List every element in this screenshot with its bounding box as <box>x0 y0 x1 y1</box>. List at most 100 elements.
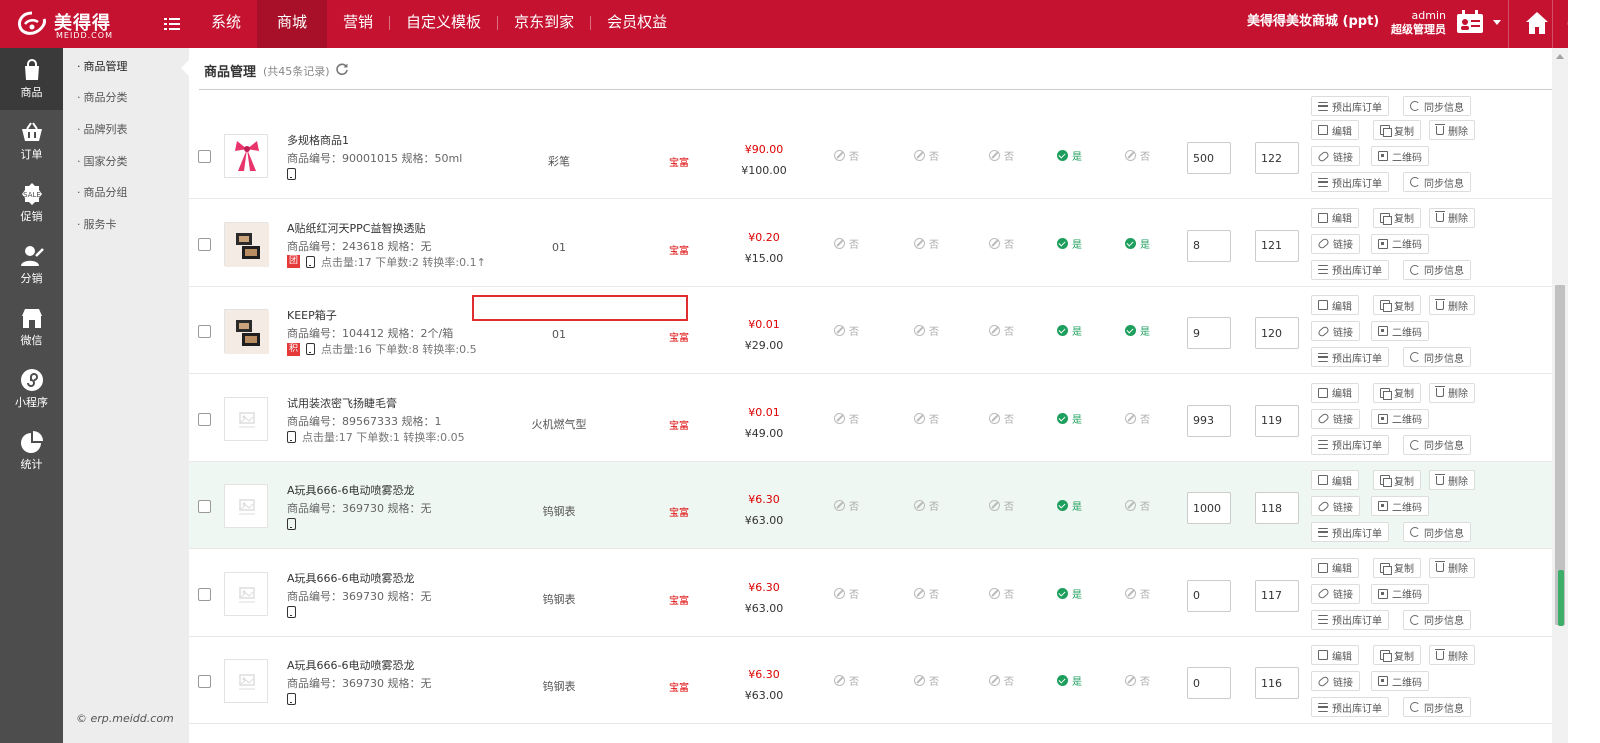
copy-button[interactable]: 复制 <box>1373 382 1421 403</box>
product-thumbnail[interactable] <box>224 571 268 616</box>
delete-button[interactable]: 删除 <box>1429 645 1475 665</box>
copy-button[interactable]: 复制 <box>1373 120 1421 140</box>
status-flag[interactable]: 否 <box>1125 586 1150 601</box>
status-flag[interactable]: 否 <box>1125 498 1150 513</box>
nav-item-mall[interactable]: 商城 <box>257 0 328 48</box>
sidebar-item-orders[interactable]: 订单 <box>0 110 63 172</box>
qrcode-button[interactable]: 二维码 <box>1371 321 1429 341</box>
nav-item-jd-daojia[interactable]: 京东到家 <box>498 0 590 48</box>
stock-input[interactable] <box>1187 579 1231 612</box>
edit-button[interactable]: 编辑 <box>1311 207 1359 228</box>
status-flag[interactable]: 是 <box>1057 586 1082 601</box>
row-checkbox[interactable] <box>198 412 211 426</box>
edit-button[interactable]: 编辑 <box>1311 382 1359 403</box>
product-thumbnail[interactable] <box>224 134 268 178</box>
delete-button[interactable]: 删除 <box>1429 295 1475 315</box>
subnav-item-goods-management[interactable]: 商品管理 <box>77 58 128 74</box>
delete-button[interactable]: 删除 <box>1429 382 1475 403</box>
status-flag[interactable]: 否 <box>914 148 939 163</box>
stock-input[interactable] <box>1187 492 1231 524</box>
sync-info-button[interactable]: 同步信息 <box>1403 434 1471 455</box>
product-thumbnail[interactable] <box>224 309 269 354</box>
sort-order-input[interactable] <box>1255 579 1299 612</box>
nav-item-custom-template[interactable]: 自定义模板 <box>390 0 497 48</box>
stock-input[interactable] <box>1187 142 1231 174</box>
status-flag[interactable]: 否 <box>834 148 859 163</box>
stock-input[interactable] <box>1187 317 1231 349</box>
status-flag[interactable]: 否 <box>1125 411 1150 426</box>
link-button[interactable]: 链接 <box>1311 496 1360 516</box>
status-flag[interactable]: 否 <box>834 323 859 338</box>
status-flag[interactable]: 否 <box>834 236 859 251</box>
status-flag[interactable]: 是 <box>1057 673 1082 688</box>
link-button[interactable]: 链接 <box>1311 233 1360 254</box>
product-thumbnail[interactable] <box>224 659 268 703</box>
scroll-up-arrow-icon[interactable] <box>1556 54 1564 59</box>
edit-button[interactable]: 编辑 <box>1311 557 1359 578</box>
status-flag[interactable]: 是 <box>1057 148 1082 163</box>
copy-button[interactable]: 复制 <box>1373 470 1421 490</box>
status-flag[interactable]: 是 <box>1057 498 1082 513</box>
subnav-item-goods-group[interactable]: 商品分组 <box>77 184 128 200</box>
row-checkbox[interactable] <box>198 325 211 338</box>
pre-order-button[interactable]: 预出库订单 <box>1311 259 1389 280</box>
edit-button[interactable]: 编辑 <box>1311 120 1359 140</box>
stock-input[interactable] <box>1187 404 1231 437</box>
delete-button[interactable]: 删除 <box>1429 470 1475 490</box>
pre-order-button[interactable]: 预出库订单 <box>1311 609 1389 630</box>
row-checkbox[interactable] <box>198 675 211 688</box>
sync-info-button[interactable]: 同步信息 <box>1403 259 1471 280</box>
sync-info-button[interactable]: 同步信息 <box>1403 347 1471 367</box>
sort-order-input[interactable] <box>1255 317 1299 349</box>
row-checkbox[interactable] <box>198 150 211 163</box>
pre-order-button[interactable]: 预出库订单 <box>1311 522 1389 542</box>
pre-order-button[interactable]: 预出库订单 <box>1311 434 1389 455</box>
product-name[interactable]: A玩具666-6电动喷雾恐龙 <box>287 482 415 498</box>
sort-order-input[interactable] <box>1255 404 1299 437</box>
user-info[interactable]: admin 超级管理员 <box>1390 9 1446 37</box>
sidebar-item-promotion[interactable]: SALE 促销 <box>0 172 63 234</box>
subnav-item-brand-list[interactable]: 品牌列表 <box>77 121 128 137</box>
product-name[interactable]: A玩具666-6电动喷雾恐龙 <box>287 570 415 586</box>
product-name[interactable]: A玩具666-6电动喷雾恐龙 <box>287 657 415 673</box>
row-checkbox[interactable] <box>198 587 211 601</box>
menu-toggle-icon[interactable] <box>164 17 180 31</box>
sort-order-input[interactable] <box>1255 142 1299 174</box>
status-flag[interactable]: 否 <box>834 498 859 513</box>
sort-order-input[interactable] <box>1255 492 1299 524</box>
edit-button[interactable]: 编辑 <box>1311 295 1359 315</box>
product-thumbnail[interactable] <box>224 484 268 528</box>
status-flag[interactable]: 是 <box>1057 411 1082 426</box>
status-flag[interactable]: 否 <box>834 673 859 688</box>
edit-button[interactable]: 编辑 <box>1311 645 1359 665</box>
nav-item-system[interactable]: 系统 <box>195 0 257 48</box>
status-flag[interactable]: 否 <box>989 673 1014 688</box>
product-name[interactable]: A贴纸红河天PPC益智换透贴 <box>287 220 425 236</box>
status-flag[interactable]: 否 <box>914 498 939 513</box>
nav-item-member-benefits[interactable]: 会员权益 <box>591 0 683 48</box>
brand-logo[interactable]: 美得得 MEIDD.COM <box>12 7 122 41</box>
status-flag[interactable]: 否 <box>989 323 1014 338</box>
status-flag[interactable]: 否 <box>834 586 859 601</box>
subnav-item-country-category[interactable]: 国家分类 <box>77 153 128 169</box>
copy-button[interactable]: 复制 <box>1373 557 1421 578</box>
link-button[interactable]: 链接 <box>1311 321 1360 341</box>
sync-info-button[interactable]: 同步信息 <box>1403 172 1471 192</box>
sidebar-item-wechat[interactable]: 微信 <box>0 296 63 358</box>
status-flag[interactable]: 是 <box>1057 323 1082 338</box>
stock-input[interactable] <box>1187 667 1231 699</box>
product-thumbnail[interactable] <box>224 396 268 441</box>
pre-order-button[interactable]: 预出库订单 <box>1311 172 1389 192</box>
pre-order-button[interactable]: 预出库订单 <box>1311 697 1389 717</box>
qrcode-button[interactable]: 二维码 <box>1371 146 1429 166</box>
home-icon[interactable] <box>1524 10 1550 36</box>
delete-button[interactable]: 删除 <box>1429 207 1475 228</box>
link-button[interactable]: 链接 <box>1311 408 1360 429</box>
refresh-icon[interactable] <box>335 62 349 76</box>
user-card-icon[interactable] <box>1456 10 1484 34</box>
status-flag[interactable]: 否 <box>914 673 939 688</box>
sync-info-button[interactable]: 同步信息 <box>1403 609 1471 630</box>
edit-button[interactable]: 编辑 <box>1311 470 1359 490</box>
product-name[interactable]: 多规格商品1 <box>287 132 349 148</box>
status-flag[interactable]: 否 <box>989 498 1014 513</box>
